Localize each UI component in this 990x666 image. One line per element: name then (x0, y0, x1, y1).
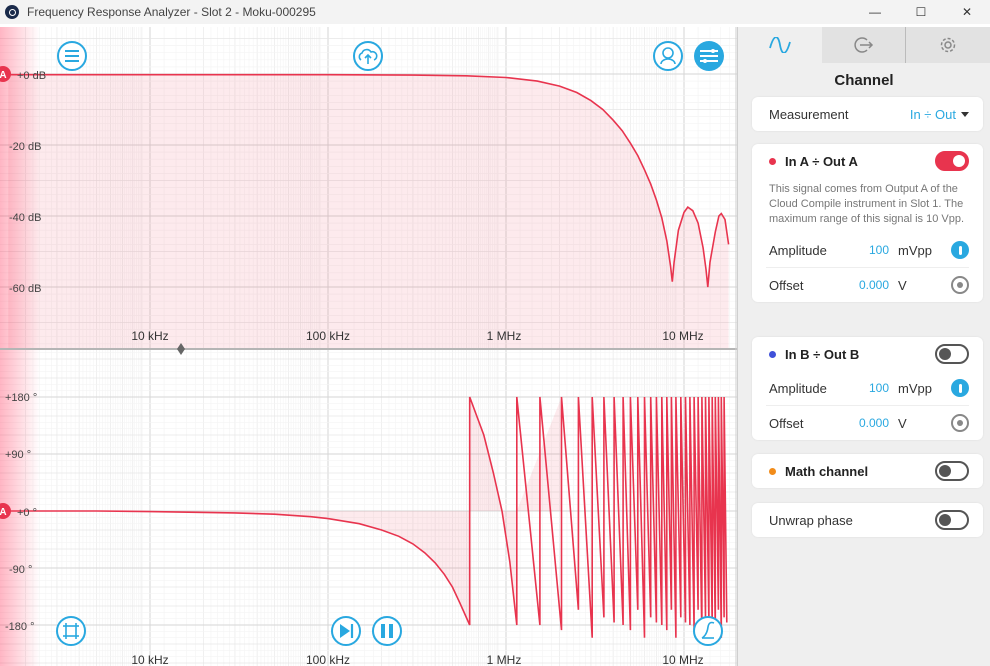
measurement-label: Measurement (769, 106, 849, 122)
freq-tick-bottom-3: 10 MHz (662, 653, 703, 666)
phase-tick-3: -90 ° (9, 564, 32, 576)
channel-a-offset-unit: V (898, 277, 907, 293)
channel-b-offset-unit: V (898, 415, 907, 431)
channel-a-offset-input[interactable]: 0.000 (849, 278, 889, 292)
title-bar: Frequency Response Analyzer - Slot 2 - M… (0, 0, 990, 24)
math-channel-color-dot (769, 467, 776, 475)
export-icon (853, 37, 873, 53)
channel-a-amplitude-unit: mVpp (898, 242, 932, 258)
channel-b-amplitude-unit: mVpp (898, 380, 932, 396)
math-channel-title: Math channel (785, 463, 869, 479)
channel-a-description: This signal comes from Output A of the C… (769, 183, 965, 225)
offset-dial-icon[interactable] (951, 276, 969, 294)
mag-tick-3: -60 dB (9, 283, 41, 295)
channel-a-offset-label: Offset (769, 277, 804, 293)
measurement-select[interactable]: In ÷ Out (910, 107, 969, 122)
minimize-button[interactable]: — (852, 0, 898, 24)
channel-a-title: In A ÷ Out A (785, 153, 858, 169)
panel-title: Channel (834, 72, 894, 89)
channel-a-amplitude-label: Amplitude (769, 242, 827, 258)
cloud-upload-icon[interactable] (353, 41, 383, 71)
svg-text:A: A (0, 70, 7, 81)
unwrap-phase-title: Unwrap phase (769, 512, 853, 528)
app-logo-icon (5, 5, 19, 19)
channel-a-card: In A ÷ Out A This signal comes from Outp… (752, 144, 983, 302)
channel-a-toggle[interactable] (935, 151, 969, 171)
tab-channel[interactable] (738, 27, 822, 63)
channel-b-color-dot (769, 350, 776, 358)
freq-tick-top-2: 1 MHz (487, 329, 522, 343)
channel-b-amplitude-label: Amplitude (769, 380, 827, 396)
channel-b-amplitude-input[interactable]: 100 (849, 381, 889, 395)
channel-b-offset-label: Offset (769, 415, 804, 431)
channel-a-color-dot (769, 157, 776, 165)
amplitude-knob-icon[interactable] (951, 241, 969, 259)
menu-icon[interactable] (57, 41, 87, 71)
bode-plot[interactable]: +0 dB -20 dB -40 dB -60 dB +180 ° +90 ° … (0, 27, 737, 666)
svg-text:A: A (0, 507, 7, 518)
freq-tick-bottom-2: 1 MHz (487, 653, 522, 666)
phase-tick-0: +180 ° (5, 392, 37, 404)
chevron-down-icon (961, 111, 969, 117)
freq-tick-top-3: 10 MHz (662, 329, 703, 343)
freq-tick-top-0: 10 kHz (131, 329, 168, 343)
cursor-search-icon[interactable] (653, 41, 683, 71)
measurement-card: Measurement In ÷ Out (752, 97, 983, 131)
phase-tick-2: +0 ° (17, 507, 37, 519)
channel-a-amplitude-input[interactable]: 100 (849, 243, 889, 257)
mag-tick-2: -40 dB (9, 212, 41, 224)
gear-icon (940, 37, 956, 53)
phase-tick-1: +90 ° (5, 449, 31, 461)
tab-export[interactable] (821, 27, 906, 63)
waveform-icon (768, 37, 791, 53)
grid-autoscale-icon[interactable] (56, 616, 86, 646)
tab-settings[interactable] (905, 27, 990, 63)
freq-tick-top-1: 100 kHz (306, 329, 350, 343)
settings-sliders-icon[interactable] (694, 41, 724, 71)
phase-tick-4: -180 ° (5, 621, 34, 633)
channel-b-offset-input[interactable]: 0.000 (849, 416, 889, 430)
mag-tick-1: -20 dB (9, 141, 41, 153)
channel-b-title: In B ÷ Out B (785, 346, 860, 362)
math-channel-toggle[interactable] (935, 461, 969, 481)
channel-b-card: In B ÷ Out B Amplitude 100 mVpp Offset 0… (752, 337, 983, 440)
freq-tick-bottom-0: 10 kHz (131, 653, 168, 666)
math-trace-icon[interactable] (693, 616, 723, 646)
unwrap-phase-toggle[interactable] (935, 510, 969, 530)
single-sweep-icon[interactable] (331, 616, 361, 646)
channel-b-toggle[interactable] (935, 344, 969, 364)
mag-tick-0: +0 dB (17, 70, 46, 82)
freq-tick-bottom-1: 100 kHz (306, 653, 350, 666)
offset-dial-icon[interactable] (951, 414, 969, 432)
pause-icon[interactable] (372, 616, 402, 646)
plot-area[interactable]: +0 dB -20 dB -40 dB -60 dB +180 ° +90 ° … (0, 27, 737, 666)
unwrap-phase-card: Unwrap phase (752, 503, 983, 537)
settings-panel: Channel Measurement In ÷ Out In A ÷ Out … (737, 27, 990, 666)
window-title: Frequency Response Analyzer - Slot 2 - M… (27, 5, 316, 19)
close-button[interactable]: ✕ (944, 0, 990, 24)
amplitude-knob-icon[interactable] (951, 379, 969, 397)
maximize-button[interactable]: ☐ (898, 0, 944, 24)
panel-tabs (738, 27, 990, 63)
math-channel-card: Math channel (752, 454, 983, 488)
